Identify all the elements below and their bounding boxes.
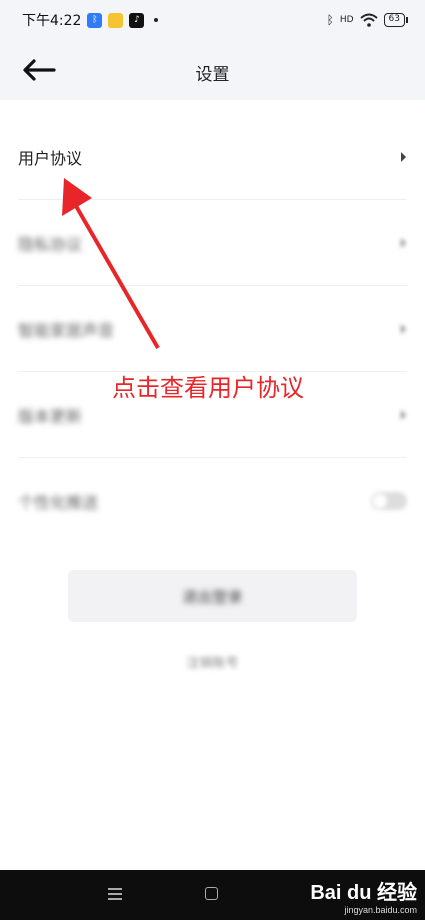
home-icon[interactable] (205, 887, 218, 900)
chevron-right-icon (401, 237, 406, 248)
bluetooth-app-icon: ᛒ (87, 12, 103, 28)
battery-icon: 63 (383, 13, 409, 27)
settings-row-label: 个性化推送 (18, 493, 99, 512)
menu-icon[interactable] (108, 888, 122, 900)
signal-icon: HD (339, 15, 354, 25)
tiktok-app-icon: ♪ (129, 12, 145, 28)
logout-button-label: 退出登录 (182, 587, 243, 606)
cancel-account-link[interactable]: 注销账号 (0, 652, 425, 671)
notification-dot-icon (154, 18, 159, 22)
settings-row-push: 个性化推送 (18, 458, 407, 544)
header: 设置 (0, 40, 425, 100)
annotation-text: 点击查看用户协议 (112, 374, 304, 402)
settings-row-label: 智能家居声音 (18, 320, 115, 340)
wifi-icon (359, 13, 378, 27)
settings-row-user-agreement[interactable]: 用户协议 (18, 114, 407, 200)
chevron-right-icon (401, 151, 406, 162)
watermark: Bai du 经验 jingyan.baidu.com (310, 876, 417, 915)
settings-row-sound[interactable]: 智能家居声音 (18, 286, 407, 372)
weather-app-icon (108, 12, 124, 28)
chevron-right-icon (401, 323, 406, 334)
settings-row-label: 版本更新 (18, 406, 83, 426)
watermark-sub: jingyan.baidu.com (344, 905, 417, 915)
push-toggle[interactable] (371, 492, 407, 510)
status-time: 下午4:22 (22, 13, 82, 29)
status-right: ᛒ HD 63 (326, 13, 409, 27)
chevron-right-icon (401, 409, 406, 420)
settings-row-privacy[interactable]: 隐私协议 (18, 200, 407, 286)
nav-bar: Bai du 经验 jingyan.baidu.com (0, 870, 425, 920)
settings-row-label: 用户协议 (18, 148, 83, 168)
page-title: 设置 (195, 65, 230, 85)
logout-button[interactable]: 退出登录 (68, 570, 357, 622)
settings-content: 用户协议 隐私协议 智能家居声音 版本更新 个性化推送 退出登录 注销账号 点击… (0, 100, 425, 870)
bluetooth-icon: ᛒ (326, 13, 334, 27)
status-bar: 下午4:22 ᛒ ♪ ᛒ HD 63 (0, 0, 425, 40)
watermark-main: Bai du 经验 (310, 882, 417, 904)
settings-row-label: 隐私协议 (18, 234, 83, 254)
